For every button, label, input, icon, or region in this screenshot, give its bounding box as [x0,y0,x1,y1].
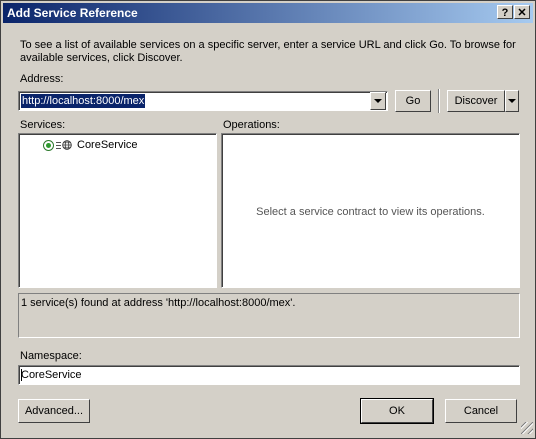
discover-dropdown-button[interactable] [505,90,519,112]
services-label: Services: [20,119,66,131]
close-button[interactable]: ✕ [514,5,530,19]
resize-grip-icon[interactable] [521,422,533,434]
go-button[interactable]: Go [395,90,431,112]
chevron-down-icon [374,99,382,103]
window-title: Add Service Reference [7,6,138,20]
operations-label: Operations: [223,119,280,131]
tree-connector-icon [56,141,61,149]
toolbar-separator [438,89,440,113]
service-name[interactable]: CoreService [77,139,138,151]
operations-list[interactable]: Select a service contract to view its op… [221,133,520,288]
advanced-button[interactable]: Advanced... [18,399,90,423]
address-label: Address: [20,73,64,85]
service-tree-item[interactable]: CoreService [43,139,138,151]
cancel-button[interactable]: Cancel [445,399,517,423]
globe-icon [62,140,72,150]
text-caret [21,369,22,381]
namespace-input[interactable]: CoreService [18,365,520,385]
help-button[interactable]: ? [497,5,513,19]
status-area: 1 service(s) found at address 'http://lo… [18,293,520,338]
namespace-input-value[interactable]: CoreService [21,369,82,381]
address-combobox[interactable]: http://localhost:8000/mex [18,91,388,111]
namespace-label: Namespace: [20,350,82,362]
discover-button[interactable]: Discover [447,90,505,112]
expand-node-icon[interactable] [43,139,54,151]
title-bar[interactable]: Add Service Reference ? ✕ [3,3,533,23]
add-service-reference-dialog: Add Service Reference ? ✕ To see a list … [0,0,536,439]
ok-button[interactable]: OK [361,399,433,423]
services-tree[interactable]: CoreService [18,133,217,288]
address-dropdown-button[interactable] [370,92,386,110]
description-text: To see a list of available services on a… [20,39,516,64]
status-text: 1 service(s) found at address 'http://lo… [21,297,296,309]
operations-hint: Select a service contract to view its op… [256,206,485,218]
chevron-down-icon [508,99,516,103]
address-input-value[interactable]: http://localhost:8000/mex [21,94,146,108]
